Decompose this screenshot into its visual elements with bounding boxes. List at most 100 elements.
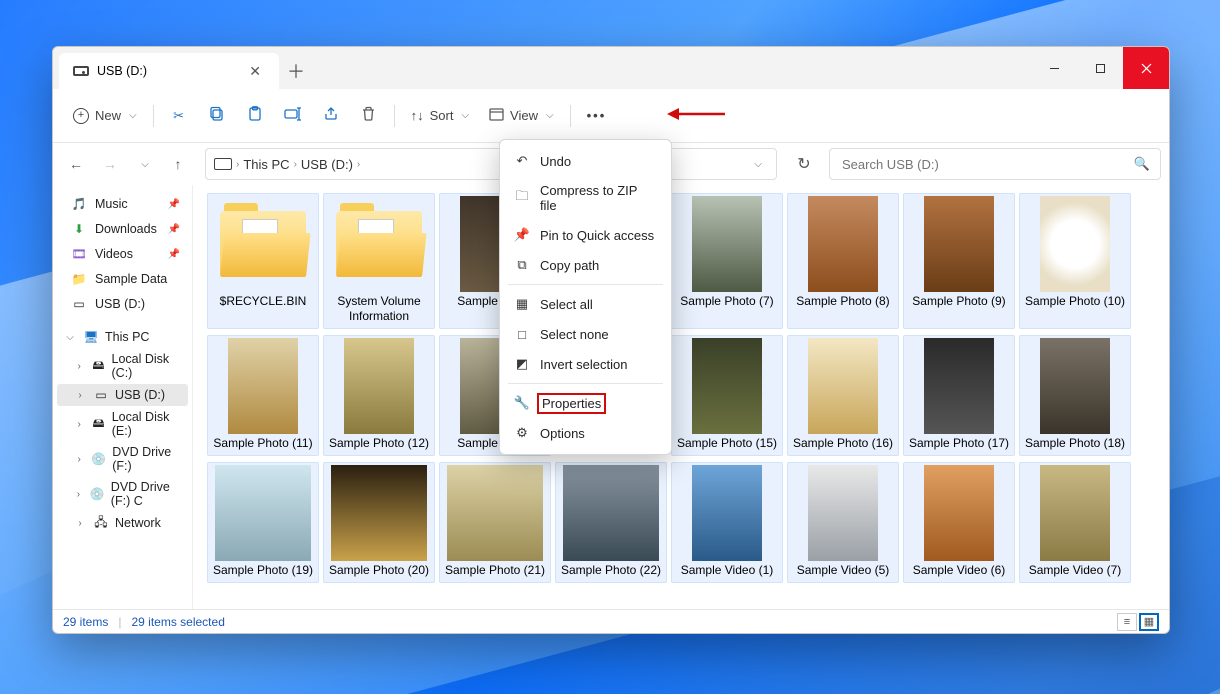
pin-icon: 📌: [168, 199, 180, 210]
minimize-button[interactable]: [1031, 47, 1077, 89]
menu-item-pin[interactable]: 📌 Pin to Quick access: [506, 220, 665, 250]
menu-item-props[interactable]: 🔧 Properties: [506, 388, 665, 418]
chevron-right-icon: ›: [73, 518, 87, 529]
file-item[interactable]: Sample Photo (15): [671, 335, 783, 456]
sidebar-quick-item[interactable]: 🎞 Videos📌: [57, 242, 188, 266]
close-button[interactable]: [1123, 47, 1169, 89]
file-item[interactable]: Sample Photo (18): [1019, 335, 1131, 456]
nav-up-button[interactable]: ↑: [163, 149, 193, 179]
sidebar-quick-item[interactable]: 🎵 Music📌: [57, 192, 188, 216]
usb-icon: ▭: [71, 296, 87, 312]
file-item[interactable]: Sample Photo (10): [1019, 193, 1131, 329]
pin-icon: 📌: [168, 249, 180, 260]
window-tab[interactable]: USB (D:) ✕: [59, 53, 279, 89]
sidebar-tree-item[interactable]: › 🖴 Local Disk (E:): [57, 407, 188, 441]
nav-forward-button[interactable]: →: [95, 149, 125, 179]
file-name: Sample Photo (15): [677, 436, 777, 453]
chevron-down-icon: ⌵: [63, 332, 77, 343]
file-item[interactable]: $RECYCLE.BIN: [207, 193, 319, 329]
menu-item-zip[interactable]: 🗀 Compress to ZIP file: [506, 176, 665, 220]
chevron-right-icon: ›: [73, 419, 85, 430]
file-item[interactable]: Sample Video (7): [1019, 462, 1131, 583]
plus-circle-icon: +: [73, 108, 89, 124]
pc-icon: 🖥: [83, 329, 99, 345]
sidebar-quick-item[interactable]: ▭ USB (D:): [57, 292, 188, 316]
file-item[interactable]: Sample Video (1): [671, 462, 783, 583]
menu-item-label: Options: [540, 426, 585, 441]
sidebar-tree-item[interactable]: › 💿 DVD Drive (F:) C: [57, 477, 188, 511]
tab-close-button[interactable]: ✕: [245, 59, 265, 84]
view-icons-button[interactable]: ▦: [1139, 613, 1159, 631]
file-item[interactable]: Sample Photo (11): [207, 335, 319, 456]
file-item[interactable]: Sample Photo (17): [903, 335, 1015, 456]
chevron-down-icon: ⌵: [461, 110, 469, 121]
menu-item-undo[interactable]: ↶ Undo: [506, 146, 665, 176]
menu-item-selinv[interactable]: ◩ Invert selection: [506, 349, 665, 379]
zip-icon: 🗀: [514, 190, 530, 206]
new-button[interactable]: + New ⌵: [65, 102, 145, 130]
file-item[interactable]: Sample Photo (22): [555, 462, 667, 583]
sort-button[interactable]: ↑↓ Sort ⌵: [403, 102, 477, 129]
chevron-down-icon[interactable]: ⌵: [748, 159, 768, 170]
sidebar-this-pc[interactable]: ⌵ 🖥 This PC: [57, 326, 188, 348]
copy-button[interactable]: [200, 99, 234, 133]
file-item[interactable]: Sample Photo (19): [207, 462, 319, 583]
nav-recent-button[interactable]: ⌵: [129, 149, 159, 179]
paste-button[interactable]: [238, 99, 272, 133]
view-button[interactable]: View ⌵: [481, 102, 562, 130]
chevron-right-icon: ›: [294, 159, 297, 170]
explorer-window: USB (D:) ✕ ＋ + New ⌵ ✂ ↑↓ Sort ⌵: [52, 46, 1170, 634]
file-name: Sample Photo (18): [1025, 436, 1125, 453]
menu-item-label: Select all: [540, 297, 593, 312]
rename-button[interactable]: [276, 99, 310, 133]
file-item[interactable]: Sample Photo (7): [671, 193, 783, 329]
more-button[interactable]: •••: [579, 102, 615, 129]
crumb-current[interactable]: USB (D:): [301, 157, 353, 172]
file-item[interactable]: Sample Photo (9): [903, 193, 1015, 329]
sidebar-quick-item[interactable]: ⬇ Downloads📌: [57, 217, 188, 241]
file-item[interactable]: System Volume Information: [323, 193, 435, 329]
share-button[interactable]: [314, 99, 348, 133]
pin-icon: 📌: [514, 227, 530, 243]
file-item[interactable]: Sample Photo (20): [323, 462, 435, 583]
file-item[interactable]: Sample Video (6): [903, 462, 1015, 583]
menu-item-options[interactable]: ⚙ Options: [506, 418, 665, 448]
menu-item-copypath[interactable]: ⧉ Copy path: [506, 250, 665, 280]
file-item[interactable]: Sample Photo (21): [439, 462, 551, 583]
chevron-right-icon: ›: [357, 159, 360, 170]
search-box[interactable]: 🔍: [829, 148, 1161, 180]
maximize-button[interactable]: [1077, 47, 1123, 89]
crumb-root[interactable]: This PC: [243, 157, 289, 172]
file-item[interactable]: Sample Photo (12): [323, 335, 435, 456]
view-details-button[interactable]: ≡: [1117, 613, 1137, 631]
cut-button[interactable]: ✂: [162, 99, 196, 133]
sidebar-tree-item[interactable]: › ▭ USB (D:): [57, 384, 188, 406]
new-tab-button[interactable]: ＋: [279, 53, 313, 89]
sidebar-item-label: Music: [95, 197, 128, 211]
refresh-button[interactable]: ↻: [789, 149, 819, 179]
delete-button[interactable]: [352, 99, 386, 133]
selnone-icon: □: [514, 326, 530, 342]
file-item[interactable]: Sample Photo (16): [787, 335, 899, 456]
file-name: Sample Photo (12): [329, 436, 429, 453]
file-item[interactable]: Sample Video (5): [787, 462, 899, 583]
sidebar-tree-item[interactable]: › 🖧 Network: [57, 512, 188, 534]
content-area[interactable]: $RECYCLE.BIN System Volume Information S…: [193, 185, 1169, 609]
file-name: $RECYCLE.BIN: [220, 294, 307, 311]
search-icon: 🔍: [1134, 156, 1150, 172]
sidebar-tree-item[interactable]: › 🖴 Local Disk (C:): [57, 349, 188, 383]
menu-item-selnone[interactable]: □ Select none: [506, 319, 665, 349]
file-item[interactable]: Sample Photo (8): [787, 193, 899, 329]
view-label: View: [510, 108, 538, 123]
sidebar-tree-item[interactable]: › 💿 DVD Drive (F:): [57, 442, 188, 476]
breadcrumb[interactable]: › This PC › USB (D:) › ⌵: [205, 148, 777, 180]
usb-icon: ▭: [93, 387, 109, 403]
file-name: Sample Photo (9): [912, 294, 1005, 311]
menu-item-selall[interactable]: ▦ Select all: [506, 289, 665, 319]
search-input[interactable]: [840, 156, 1134, 173]
nav-back-button[interactable]: ←: [61, 149, 91, 179]
view-icon: [489, 108, 504, 124]
file-name: Sample Video (7): [1029, 563, 1122, 580]
sidebar-quick-item[interactable]: 📁 Sample Data: [57, 267, 188, 291]
disk-icon: 🖴: [91, 358, 105, 374]
